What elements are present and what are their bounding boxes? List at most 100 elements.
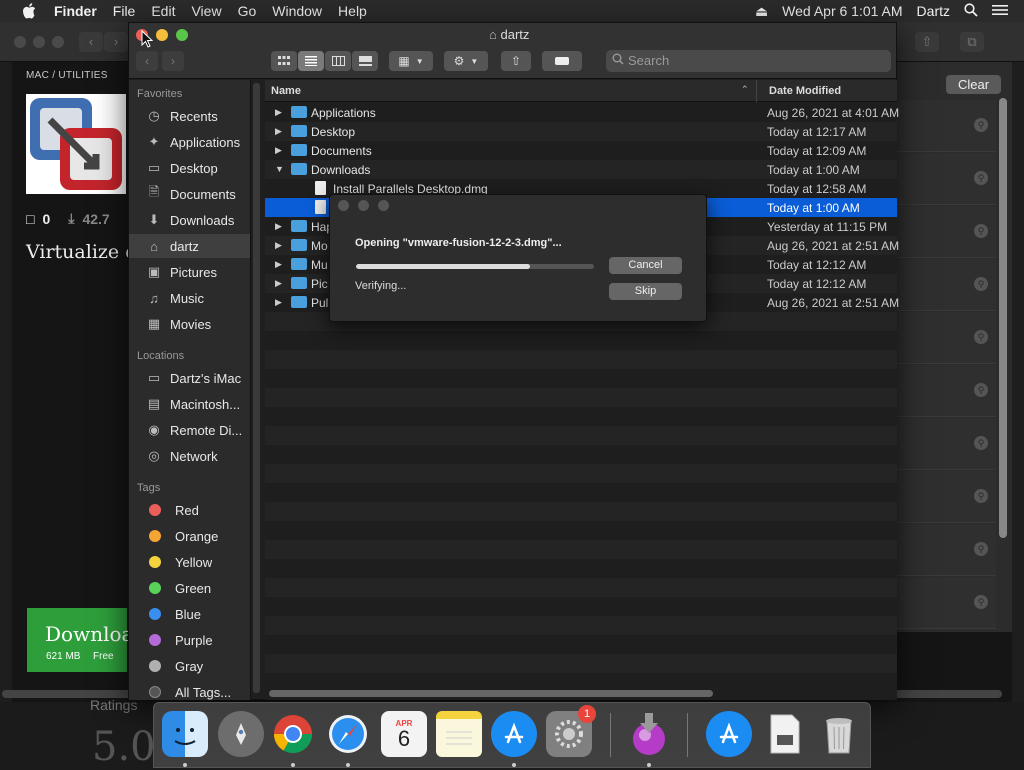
table-row[interactable]: ▼ Downloads Today at 1:00 AM bbox=[265, 160, 897, 179]
disclosure-triangle-icon[interactable]: ▶ bbox=[275, 145, 282, 156]
reveal-magnifier-icon[interactable]: ⚲ bbox=[974, 118, 988, 132]
file-list-horizontal-scrollbar[interactable] bbox=[269, 690, 713, 697]
dialog-zoom-button[interactable] bbox=[378, 200, 389, 211]
disclosure-triangle-icon[interactable]: ▶ bbox=[275, 126, 282, 137]
table-row[interactable]: ▶ Desktop Today at 12:17 AM bbox=[265, 122, 897, 141]
search-field[interactable]: Search bbox=[606, 50, 891, 72]
column-divider[interactable] bbox=[756, 80, 757, 102]
table-row[interactable]: ▶ Documents Today at 12:09 AM bbox=[265, 141, 897, 160]
trash-icon[interactable] bbox=[816, 711, 862, 757]
menu-edit[interactable]: Edit bbox=[143, 0, 183, 22]
downloads-stack-icon[interactable] bbox=[626, 711, 672, 757]
notes-icon[interactable] bbox=[436, 711, 482, 757]
browser-minimize-button[interactable] bbox=[33, 36, 45, 48]
sidebar-item-music[interactable]: ♫ Music bbox=[129, 286, 250, 310]
chrome-icon[interactable] bbox=[270, 711, 316, 757]
reveal-magnifier-icon[interactable]: ⚲ bbox=[974, 436, 988, 450]
control-center-icon[interactable] bbox=[992, 3, 1008, 19]
download-button[interactable]: Downloa 621 MB Free bbox=[27, 608, 133, 672]
apple-menu-icon[interactable] bbox=[18, 0, 40, 22]
menu-user[interactable]: Dartz bbox=[917, 3, 950, 19]
reveal-magnifier-icon[interactable]: ⚲ bbox=[974, 171, 988, 185]
reveal-magnifier-icon[interactable]: ⚲ bbox=[974, 383, 988, 397]
list-view-button[interactable] bbox=[298, 51, 324, 71]
breadcrumb[interactable]: MAC / UTILITIES bbox=[26, 70, 108, 81]
browser-forward-button[interactable]: › bbox=[104, 32, 128, 52]
cancel-button[interactable]: Cancel bbox=[609, 257, 682, 274]
back-button[interactable]: ‹ bbox=[136, 51, 158, 71]
sidebar-scrollbar[interactable] bbox=[253, 83, 260, 693]
sidebar-item-downloads[interactable]: ⬇ Downloads bbox=[129, 208, 250, 232]
sidebar-tag-orange[interactable]: Orange bbox=[129, 524, 250, 548]
reveal-magnifier-icon[interactable]: ⚲ bbox=[974, 224, 988, 238]
date-column-header[interactable]: Date Modified bbox=[769, 85, 841, 97]
table-row[interactable]: ▶ Applications Aug 26, 2021 at 4:01 AM bbox=[265, 103, 899, 122]
eject-icon[interactable]: ⏏ bbox=[755, 3, 768, 20]
sidebar-tag-green[interactable]: Green bbox=[129, 576, 250, 600]
browser-share-button[interactable]: ⇧ bbox=[915, 32, 939, 52]
downloads-scrollbar[interactable] bbox=[999, 98, 1007, 538]
clear-button[interactable]: Clear bbox=[946, 75, 1001, 94]
sidebar-item-imac[interactable]: ▭ Dartz's iMac bbox=[129, 366, 250, 390]
sidebar-item-movies[interactable]: ▦ Movies bbox=[129, 312, 250, 336]
tags-button[interactable] bbox=[542, 51, 582, 71]
browser-tabs-button[interactable]: ⧉ bbox=[960, 32, 984, 52]
sidebar-tag-gray[interactable]: Gray bbox=[129, 654, 250, 678]
spotlight-icon[interactable] bbox=[964, 2, 978, 20]
sidebar-item-desktop[interactable]: ▭ Desktop bbox=[129, 156, 250, 180]
sidebar-item-pictures[interactable]: ▣ Pictures bbox=[129, 260, 250, 284]
disclosure-triangle-icon[interactable]: ▶ bbox=[275, 107, 282, 118]
menu-clock[interactable]: Wed Apr 6 1:01 AM bbox=[782, 3, 902, 19]
sidebar-item-applications[interactable]: ✦ Applications bbox=[129, 130, 250, 154]
sidebar-item-documents[interactable]: 🗎 Documents bbox=[129, 182, 250, 206]
preview-icon[interactable] bbox=[762, 711, 808, 757]
disclosure-triangle-icon[interactable]: ▶ bbox=[275, 297, 282, 308]
sidebar-item-network[interactable]: ◎ Network bbox=[129, 444, 250, 468]
column-view-button[interactable] bbox=[325, 51, 351, 71]
disclosure-triangle-icon[interactable]: ▶ bbox=[275, 278, 282, 289]
reveal-magnifier-icon[interactable]: ⚲ bbox=[974, 595, 988, 609]
browser-back-button[interactable]: ‹ bbox=[79, 32, 103, 52]
sidebar-tag-blue[interactable]: Blue bbox=[129, 602, 250, 626]
sidebar-item-remote-disc[interactable]: ◉ Remote Di... bbox=[129, 418, 250, 442]
disclosure-triangle-icon[interactable]: ▶ bbox=[275, 240, 282, 251]
disclosure-triangle-icon[interactable]: ▶ bbox=[275, 221, 282, 232]
browser-zoom-button[interactable] bbox=[52, 36, 64, 48]
disclosure-triangle-icon[interactable]: ▶ bbox=[275, 259, 282, 270]
sidebar-item-macintosh-hd[interactable]: ▤ Macintosh... bbox=[129, 392, 250, 416]
calendar-icon[interactable]: APR 6 bbox=[381, 711, 427, 757]
reveal-magnifier-icon[interactable]: ⚲ bbox=[974, 277, 988, 291]
menu-finder[interactable]: Finder bbox=[46, 0, 105, 22]
sidebar-all-tags[interactable]: All Tags... bbox=[129, 680, 250, 704]
sidebar-item-dartz[interactable]: ⌂ dartz bbox=[129, 234, 250, 258]
sidebar-tag-purple[interactable]: Purple bbox=[129, 628, 250, 652]
name-column-header[interactable]: Name bbox=[271, 85, 301, 97]
app-store-2-icon[interactable] bbox=[706, 711, 752, 757]
menu-go[interactable]: Go bbox=[230, 0, 265, 22]
sidebar-tag-yellow[interactable]: Yellow bbox=[129, 550, 250, 574]
sidebar-item-recents[interactable]: ◷ Recents bbox=[129, 104, 250, 128]
menu-window[interactable]: Window bbox=[264, 0, 330, 22]
minimize-button[interactable] bbox=[156, 29, 168, 41]
reveal-magnifier-icon[interactable]: ⚲ bbox=[974, 489, 988, 503]
reveal-magnifier-icon[interactable]: ⚲ bbox=[974, 330, 988, 344]
launchpad-icon[interactable] bbox=[218, 711, 264, 757]
icon-view-button[interactable] bbox=[271, 51, 297, 71]
dialog-minimize-button[interactable] bbox=[358, 200, 369, 211]
sidebar-tag-red[interactable]: Red bbox=[129, 498, 250, 522]
menu-file[interactable]: File bbox=[105, 0, 144, 22]
gallery-view-button[interactable] bbox=[352, 51, 378, 71]
skip-button[interactable]: Skip bbox=[609, 283, 682, 300]
menu-help[interactable]: Help bbox=[330, 0, 375, 22]
browser-close-button[interactable] bbox=[14, 36, 26, 48]
zoom-button[interactable] bbox=[176, 29, 188, 41]
action-button[interactable]: ⚙ ▼ bbox=[444, 51, 488, 71]
reveal-magnifier-icon[interactable]: ⚲ bbox=[974, 542, 988, 556]
forward-button[interactable]: › bbox=[162, 51, 184, 71]
finder-icon[interactable] bbox=[162, 711, 208, 757]
sort-chevron-icon[interactable]: ⌃ bbox=[741, 84, 749, 95]
safari-icon[interactable] bbox=[325, 711, 371, 757]
menu-view[interactable]: View bbox=[183, 0, 229, 22]
disclosure-triangle-open-icon[interactable]: ▼ bbox=[275, 164, 284, 174]
group-by-button[interactable]: ▦ ▼ bbox=[389, 51, 433, 71]
